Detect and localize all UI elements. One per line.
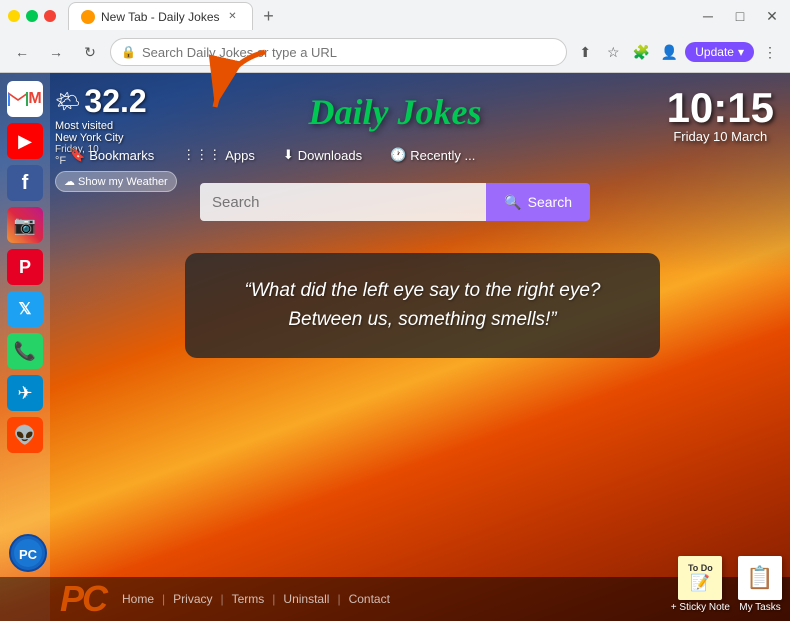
toolbar: 🔖 Bookmarks ⋮⋮⋮ Apps ⬇ Downloads 🕐 Recen… <box>55 141 790 169</box>
refresh-button[interactable]: ↻ <box>76 38 104 66</box>
sticky-note-title: To Do <box>688 563 713 573</box>
star-icon[interactable]: ☆ <box>601 40 625 64</box>
nav-action-buttons: ⬆ ☆ 🧩 👤 Update ▾ ⋮ <box>573 40 782 64</box>
sticky-note-icon: To Do 📝 <box>678 556 722 600</box>
apps-label: Apps <box>225 148 255 163</box>
window-action-buttons: ─ □ ✕ <box>698 6 782 26</box>
search-btn-label: Search <box>528 194 572 210</box>
bookmarks-label: Bookmarks <box>89 148 154 163</box>
minimize-icon[interactable]: ─ <box>698 6 718 26</box>
sticky-note-label: + Sticky Note <box>671 602 730 613</box>
gmail-icon[interactable]: M <box>7 81 43 117</box>
title-bar: New Tab - Daily Jokes ✕ + ─ □ ✕ <box>0 0 790 32</box>
downloads-icon: ⬇ <box>283 147 294 163</box>
instagram-icon[interactable]: 📷 <box>7 207 43 243</box>
weather-temperature: 32.2 <box>84 83 146 120</box>
privacy-link[interactable]: Privacy <box>173 592 212 606</box>
home-link[interactable]: Home <box>122 592 154 606</box>
recently-label: Recently ... <box>410 148 475 163</box>
tab-title: New Tab - Daily Jokes <box>101 10 220 24</box>
clock-widget: 10:15 Friday 10 March <box>667 87 774 144</box>
footer-links: Home | Privacy | Terms | Uninstall | Con… <box>122 592 390 606</box>
svg-text:PC: PC <box>19 547 38 562</box>
my-tasks-button[interactable]: 📋 My Tasks <box>738 556 782 613</box>
close-window-button[interactable] <box>44 10 56 22</box>
joke-text: “What did the left eye say to the right … <box>245 280 601 330</box>
telegram-icon[interactable]: ✈ <box>7 375 43 411</box>
search-button[interactable]: 🔍 Search <box>486 183 590 221</box>
downloads-label: Downloads <box>298 148 362 163</box>
new-tab-button[interactable]: + <box>257 4 281 28</box>
right-tools: To Do 📝 + Sticky Note 📋 My Tasks <box>671 556 782 613</box>
downloads-button[interactable]: ⬇ Downloads <box>269 141 376 169</box>
update-label: Update <box>695 45 734 59</box>
annotation-arrow <box>195 42 285 137</box>
menu-icon[interactable]: ⋮ <box>758 40 782 64</box>
tasks-label: My Tasks <box>739 602 781 613</box>
weather-widget: 🌤 32.2 Most visitedNew York City Friday,… <box>55 83 177 192</box>
pc-logo: PC <box>60 578 106 620</box>
apps-button[interactable]: ⋮⋮⋮ Apps <box>168 141 269 169</box>
sticky-note-button[interactable]: To Do 📝 + Sticky Note <box>671 556 730 613</box>
maximize-button[interactable] <box>26 10 38 22</box>
back-button[interactable]: ← <box>8 38 36 66</box>
clock-time: 10:15 <box>667 87 774 129</box>
extensions-icon[interactable]: 🧩 <box>629 40 653 64</box>
show-weather-button[interactable]: ☁ Show my Weather <box>55 171 177 192</box>
separator-1: | <box>162 592 165 606</box>
recently-icon: 🕐 <box>390 147 406 163</box>
close-icon[interactable]: ✕ <box>762 6 782 26</box>
main-content: Daily Jokes M ▶ f 📷 P 𝕏 📞 ✈ 👽 <box>0 73 790 621</box>
forward-button[interactable]: → <box>42 38 70 66</box>
terms-link[interactable]: Terms <box>232 592 265 606</box>
profile-icon[interactable]: 👤 <box>657 40 681 64</box>
tab-close-button[interactable]: ✕ <box>226 10 240 24</box>
update-button[interactable]: Update ▾ <box>685 42 754 62</box>
browser-chrome: New Tab - Daily Jokes ✕ + ─ □ ✕ ← → ↻ 🔒 … <box>0 0 790 73</box>
whatsapp-icon[interactable]: 📞 <box>7 333 43 369</box>
pinterest-icon[interactable]: P <box>7 249 43 285</box>
contact-link[interactable]: Contact <box>349 592 390 606</box>
bottom-bar: PC Home | Privacy | Terms | Uninstall | … <box>0 577 790 621</box>
separator-2: | <box>221 592 224 606</box>
tab-favicon <box>81 10 95 24</box>
youtube-icon[interactable]: ▶ <box>7 123 43 159</box>
uninstall-link[interactable]: Uninstall <box>283 592 329 606</box>
update-chevron: ▾ <box>738 45 744 59</box>
facebook-icon[interactable]: f <box>7 165 43 201</box>
clock-date: Friday 10 March <box>667 129 774 144</box>
apps-icon: ⋮⋮⋮ <box>182 147 221 163</box>
bookmarks-button[interactable]: 🔖 Bookmarks <box>55 141 168 169</box>
separator-4: | <box>337 592 340 606</box>
navigation-bar: ← → ↻ 🔒 ⬆ ☆ 🧩 👤 Update ▾ ⋮ <box>0 32 790 72</box>
search-input[interactable] <box>200 183 486 221</box>
bookmarks-icon: 🔖 <box>69 147 85 163</box>
separator-3: | <box>272 592 275 606</box>
reddit-icon[interactable]: 👽 <box>7 417 43 453</box>
window-controls <box>8 10 56 22</box>
recently-button[interactable]: 🕐 Recently ... <box>376 141 489 169</box>
weather-icon: 🌤 <box>55 89 80 114</box>
address-bar[interactable]: 🔒 <box>110 38 567 66</box>
site-title: Daily Jokes <box>309 91 482 133</box>
minimize-button[interactable] <box>8 10 20 22</box>
browser-tab[interactable]: New Tab - Daily Jokes ✕ <box>68 2 253 30</box>
twitter-icon[interactable]: 𝕏 <box>7 291 43 327</box>
joke-bubble: “What did the left eye say to the right … <box>185 253 660 358</box>
restore-icon[interactable]: □ <box>730 6 750 26</box>
search-bar: 🔍 Search <box>200 183 590 221</box>
pc-icon-button[interactable]: PC <box>8 533 48 573</box>
tasks-icon: 📋 <box>738 556 782 600</box>
share-icon[interactable]: ⬆ <box>573 40 597 64</box>
weather-btn-label: ☁ Show my Weather <box>64 175 168 188</box>
search-btn-icon: 🔍 <box>504 194 521 211</box>
